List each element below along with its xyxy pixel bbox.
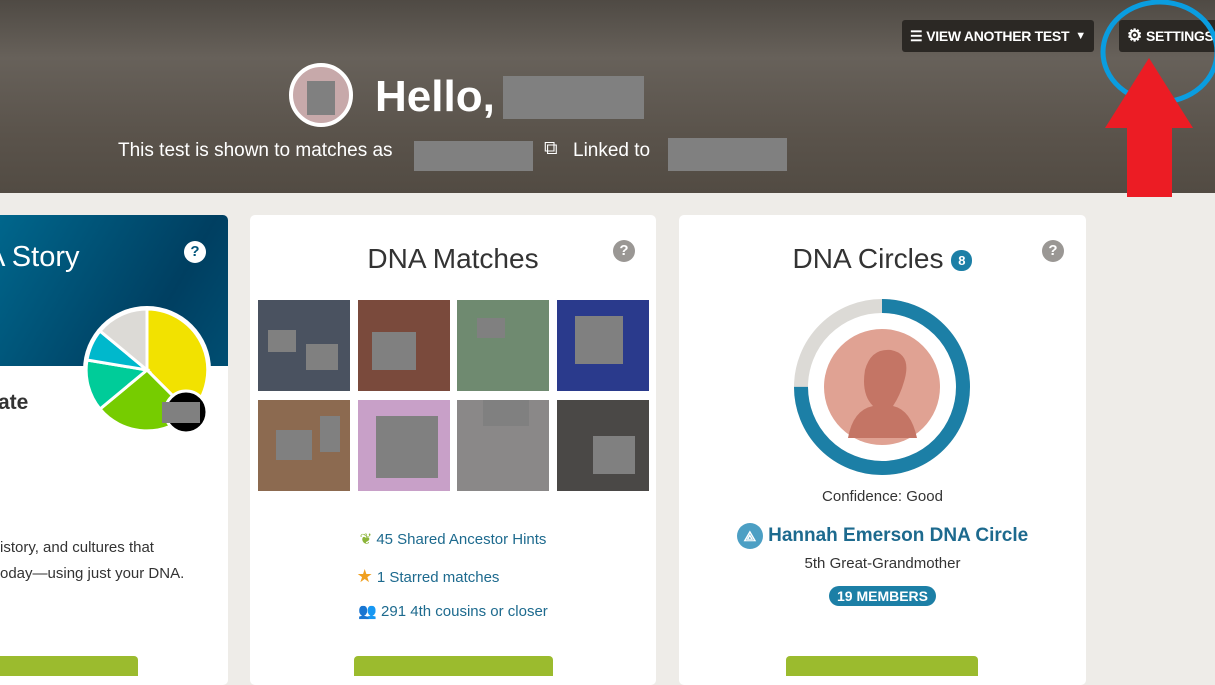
ethnicity-pie-chart <box>83 306 211 435</box>
members-badge[interactable]: 19 MEMBERS <box>828 586 937 606</box>
view-circles-button[interactable] <box>786 656 978 676</box>
star-icon: ★ <box>356 566 373 586</box>
relationship-label: 5th Great-Grandmother <box>804 555 961 572</box>
people-icon: 👥 <box>358 603 377 620</box>
card-title: A Story <box>0 241 80 273</box>
circle-name-link[interactable]: ⟁ Hannah Emerson DNA Circle <box>679 523 1086 549</box>
discover-button[interactable] <box>0 656 138 676</box>
dna-circle-icon: ⟁ <box>736 523 763 549</box>
match-photo[interactable] <box>358 300 450 391</box>
card-title: DNA Matches <box>367 243 539 274</box>
match-photo[interactable] <box>557 400 649 491</box>
cousins-link[interactable]: 👥 291 4th cousins or closer <box>250 602 656 620</box>
members-badge-wrap: 19 MEMBERS <box>679 586 1086 606</box>
match-photo[interactable] <box>457 400 549 491</box>
match-photo[interactable] <box>258 400 350 491</box>
leaf-icon: ❦ <box>359 531 373 548</box>
annotation-arrow <box>1105 58 1193 197</box>
shared-ancestor-hints-link[interactable]: ❦ 45 Shared Ancestor Hints <box>250 530 656 548</box>
help-icon[interactable]: ? <box>1042 240 1064 262</box>
story-text-line: istory, and cultures that <box>0 539 154 556</box>
card-title: DNA Circles 8 <box>679 243 1086 275</box>
starred-matches-link[interactable]: ★ 1 Starred matches <box>250 566 656 587</box>
ethnicity-estimate-label: ate <box>0 391 29 414</box>
confidence-ring <box>794 299 970 475</box>
match-photo[interactable] <box>358 400 450 491</box>
help-icon[interactable]: ? <box>184 241 206 263</box>
story-text-line: oday—using just your DNA. <box>0 565 185 582</box>
confidence-label: Confidence: Good <box>822 488 943 505</box>
circles-count-badge: 8 <box>951 250 973 272</box>
match-photo[interactable] <box>457 300 549 391</box>
view-all-matches-button[interactable] <box>354 656 553 676</box>
match-photo[interactable] <box>258 300 350 391</box>
help-icon[interactable]: ? <box>613 240 635 262</box>
dna-matches-card[interactable]: DNA Matches ? ❦ 45 Shared Ancestor Hints… <box>250 215 656 685</box>
match-photo[interactable] <box>557 300 649 391</box>
ethnicity-story-card[interactable]: A Story ? ate istory, and cultures that … <box>0 215 228 685</box>
dna-circles-card[interactable]: DNA Circles 8 ? Confidence: Good ⟁ Hanna… <box>679 215 1086 685</box>
